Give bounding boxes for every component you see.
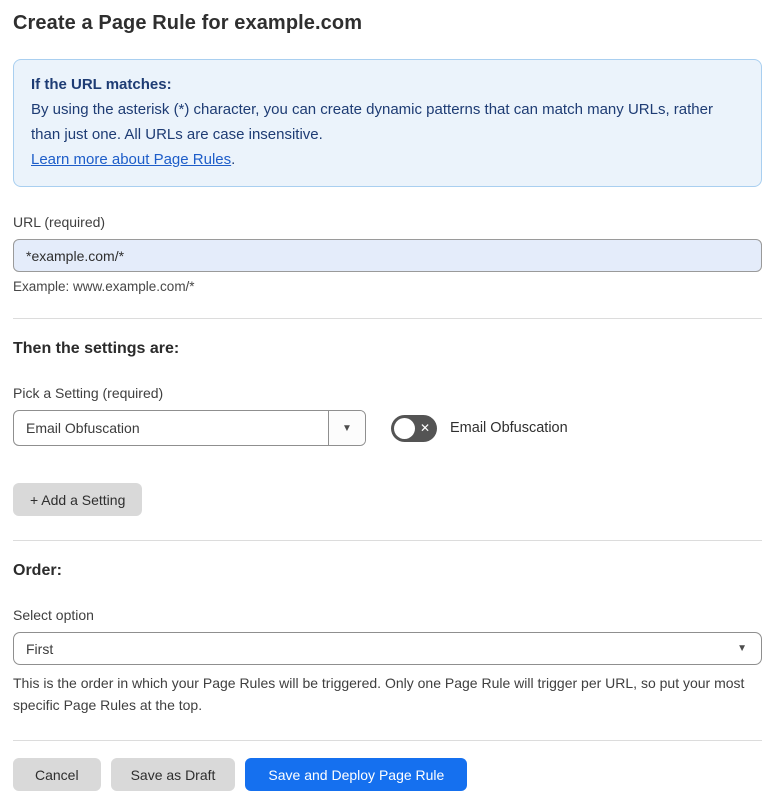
learn-more-link[interactable]: Learn more about Page Rules [31, 151, 231, 168]
cancel-button[interactable]: Cancel [13, 758, 101, 791]
settings-heading: Then the settings are: [13, 340, 180, 357]
url-field-label: URL (required) [13, 214, 106, 230]
toggle-label: Email Obfuscation [450, 420, 568, 436]
link-period: . [231, 151, 236, 168]
info-box-body: By using the asterisk (*) character, you… [31, 101, 713, 143]
setting-row: Email Obfuscation ▼ ✕ Email Obfuscation [13, 410, 762, 446]
pick-setting-label: Pick a Setting (required) [13, 385, 164, 401]
setting-select[interactable]: Email Obfuscation ▼ [13, 410, 366, 446]
add-setting-button[interactable]: + Add a Setting [13, 483, 143, 516]
order-heading: Order: [13, 562, 62, 579]
url-example-helper: Example: www.example.com/* [13, 279, 195, 294]
save-as-draft-button[interactable]: Save as Draft [110, 758, 236, 791]
chevron-down-icon: ▼ [342, 422, 352, 434]
save-and-deploy-button[interactable]: Save and Deploy Page Rule [245, 758, 468, 791]
setting-select-arrow-button[interactable]: ▼ [328, 411, 365, 445]
info-box-heading: If the URL matches: [31, 76, 172, 93]
toggle-knob [394, 417, 415, 439]
setting-select-value: Email Obfuscation [26, 420, 140, 436]
email-obfuscation-toggle[interactable]: ✕ [391, 414, 437, 442]
url-match-info-box: If the URL matches: By using the asteris… [13, 59, 762, 187]
page-title: Create a Page Rule for example.com [13, 12, 363, 34]
order-select[interactable]: First ▼ [13, 632, 762, 665]
divider [13, 740, 762, 741]
order-helper-text: This is the order in which your Page Rul… [13, 675, 745, 713]
order-select-label: Select option [13, 607, 94, 623]
divider [13, 318, 762, 319]
chevron-down-icon: ▼ [737, 643, 747, 654]
info-box-link-line: Learn more about Page Rules. [31, 147, 744, 172]
email-obfuscation-toggle-group: ✕ Email Obfuscation [391, 414, 568, 442]
footer-actions: Cancel Save as Draft Save and Deploy Pag… [13, 758, 762, 791]
create-page-rule-form: Create a Page Rule for example.com If th… [0, 0, 775, 791]
divider [13, 540, 762, 541]
toggle-off-x-icon: ✕ [419, 420, 430, 435]
order-select-value: First [26, 640, 54, 657]
url-input[interactable] [13, 239, 762, 272]
